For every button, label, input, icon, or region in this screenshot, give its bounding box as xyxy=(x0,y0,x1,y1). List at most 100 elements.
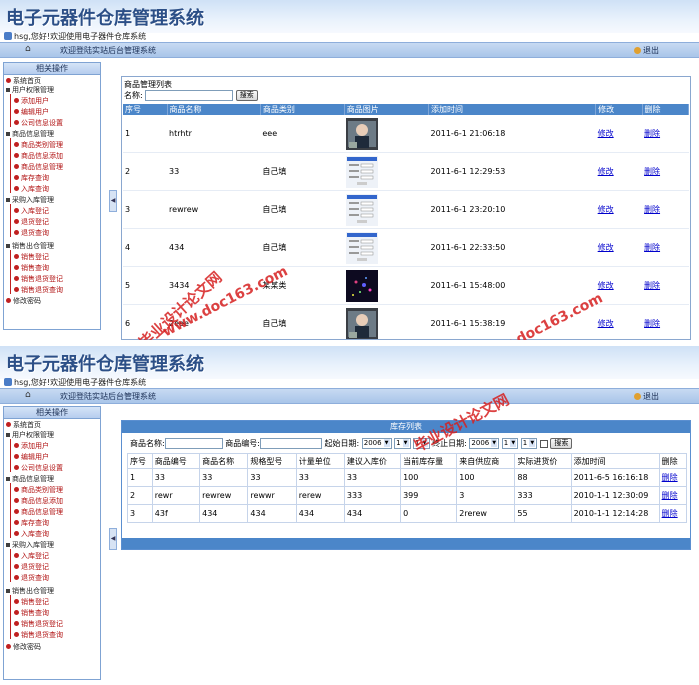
sidebar-item[interactable]: 商品类别管理 xyxy=(14,141,63,150)
delete-link[interactable]: 删除 xyxy=(644,205,660,214)
date-filter-checkbox[interactable] xyxy=(539,439,548,448)
page-icon xyxy=(14,454,19,459)
start-month-select[interactable]: 1 ▼ xyxy=(394,438,411,449)
page-icon xyxy=(14,553,19,558)
end-month-select[interactable]: 1 ▼ xyxy=(501,438,519,449)
page-icon xyxy=(14,443,19,448)
cell-del[interactable]: 删除 xyxy=(642,228,689,267)
delete-link[interactable]: 删除 xyxy=(644,129,660,138)
cell-del[interactable]: 删除 xyxy=(642,304,689,339)
sidebar-item[interactable]: 修改密码 xyxy=(6,297,41,306)
cell-text: 2011-6-1 22:33:50 xyxy=(430,243,506,252)
sidebar-item[interactable]: 商品信息添加 xyxy=(14,152,63,161)
sidebar-item[interactable]: 入库查询 xyxy=(14,185,49,194)
search-button[interactable]: 搜索 xyxy=(235,90,258,101)
sidebar-item[interactable]: 销售登记 xyxy=(14,253,49,262)
sidebar-item[interactable]: 编辑用户 xyxy=(14,453,49,462)
cell-edit[interactable]: 修改 xyxy=(595,115,643,153)
sidebar-toggle[interactable]: ◀ xyxy=(109,528,117,550)
sidebar-item[interactable]: 退货查询 xyxy=(14,229,49,238)
table-row: 3 rewrew 自己填 2011-6-1 23:20:10 修改 删除 xyxy=(123,190,689,229)
edit-link[interactable]: 修改 xyxy=(598,129,614,138)
sidebar-item[interactable]: 退货登记 xyxy=(14,563,49,572)
sidebar-item[interactable]: 退货查询 xyxy=(14,574,49,583)
code-input[interactable] xyxy=(259,438,322,449)
sidebar-item[interactable]: 用户权限管理 xyxy=(6,431,54,440)
sidebar-item[interactable]: 采购入库管理 xyxy=(6,541,54,550)
end-day-select[interactable]: 1 ▼ xyxy=(520,438,538,449)
sidebar-item[interactable]: 商品信息管理 xyxy=(6,130,54,139)
sidebar-item[interactable]: 添加用户 xyxy=(14,97,49,106)
sidebar-item[interactable]: 销售查询 xyxy=(14,609,49,618)
edit-link[interactable]: 修改 xyxy=(598,243,614,252)
edit-link[interactable]: 修改 xyxy=(598,319,614,328)
edit-link[interactable]: 修改 xyxy=(598,281,614,290)
sidebar-item-label: 添加用户 xyxy=(21,442,49,450)
home-icon[interactable]: ⌂ xyxy=(25,45,34,54)
cell-edit[interactable]: 修改 xyxy=(595,190,643,229)
delete-link[interactable]: 删除 xyxy=(662,509,678,518)
sidebar-item[interactable]: 销售退货登记 xyxy=(14,620,63,629)
delete-link[interactable]: 删除 xyxy=(644,243,660,252)
end-year-select[interactable]: 2006 ▼ xyxy=(469,438,500,449)
exit-button[interactable]: 退出 xyxy=(634,45,659,56)
sidebar-item[interactable]: 系统首页 xyxy=(6,77,41,86)
sidebar-item[interactable]: 销售退货查询 xyxy=(14,286,63,295)
sidebar-item[interactable]: 修改密码 xyxy=(6,643,41,652)
edit-link[interactable]: 修改 xyxy=(598,167,614,176)
cell-text: 399 xyxy=(403,491,419,500)
sidebar-item[interactable]: 公司信息设置 xyxy=(14,464,63,473)
sidebar-item[interactable]: 系统首页 xyxy=(6,421,41,430)
sidebar-item[interactable]: 商品类别管理 xyxy=(14,486,63,495)
cell-del[interactable]: 删除 xyxy=(642,190,689,229)
sidebar-item[interactable]: 添加用户 xyxy=(14,442,49,451)
sidebar-item[interactable]: 商品信息添加 xyxy=(14,497,63,506)
cell-del[interactable]: 删除 xyxy=(642,266,689,305)
sidebar-item-label: 修改密码 xyxy=(13,643,41,651)
delete-link[interactable]: 删除 xyxy=(662,491,678,500)
delete-link[interactable]: 删除 xyxy=(662,473,678,482)
product-thumbnail xyxy=(346,155,379,188)
sidebar-item[interactable]: 商品信息管理 xyxy=(6,475,54,484)
sidebar-item[interactable]: 采购入库管理 xyxy=(6,196,54,205)
table-cell[interactable]: 删除 xyxy=(658,504,688,523)
table-cell: 434 xyxy=(295,504,345,523)
sidebar-item[interactable]: 商品信息管理 xyxy=(14,508,63,517)
name-input[interactable] xyxy=(164,438,223,449)
search-button[interactable]: 搜索 xyxy=(550,438,573,449)
user-icon xyxy=(4,378,12,386)
cell-edit[interactable]: 修改 xyxy=(595,152,643,191)
exit-button[interactable]: 退出 xyxy=(634,391,659,402)
sidebar-item[interactable]: 退货登记 xyxy=(14,218,49,227)
sidebar-item[interactable]: 销售查询 xyxy=(14,264,49,273)
cell-edit[interactable]: 修改 xyxy=(595,228,643,267)
sidebar-item[interactable]: 库存查询 xyxy=(14,174,49,183)
column-header: 序号 xyxy=(127,453,153,469)
delete-link[interactable]: 删除 xyxy=(644,319,660,328)
sidebar-item[interactable]: 用户权限管理 xyxy=(6,86,54,95)
delete-link[interactable]: 删除 xyxy=(644,281,660,290)
cell-edit[interactable]: 修改 xyxy=(595,304,643,339)
cell-del[interactable]: 删除 xyxy=(642,115,689,153)
sidebar-item[interactable]: 入库查询 xyxy=(14,530,49,539)
sidebar-item[interactable]: 入库登记 xyxy=(14,552,49,561)
sidebar-item[interactable]: 销售退货登记 xyxy=(14,275,63,284)
sidebar-item[interactable]: 公司信息设置 xyxy=(14,119,63,128)
start-year-select[interactable]: 2006 ▼ xyxy=(361,438,392,449)
delete-link[interactable]: 删除 xyxy=(644,167,660,176)
sidebar-item[interactable]: 入库登记 xyxy=(14,207,49,216)
sidebar-item[interactable]: 销售出仓管理 xyxy=(6,587,54,596)
sidebar-item[interactable]: 销售退货查询 xyxy=(14,631,63,640)
sidebar-item[interactable]: 销售登记 xyxy=(14,598,49,607)
sidebar-item[interactable]: 编辑用户 xyxy=(14,108,49,117)
table-cell[interactable]: 删除 xyxy=(658,486,688,505)
sidebar-item[interactable]: 库存查询 xyxy=(14,519,49,528)
sidebar-item[interactable]: 销售出仓管理 xyxy=(6,242,54,251)
search-input[interactable] xyxy=(145,90,234,101)
sidebar-item[interactable]: 商品信息管理 xyxy=(14,163,63,172)
home-icon[interactable]: ⌂ xyxy=(25,391,34,400)
edit-link[interactable]: 修改 xyxy=(598,205,614,214)
sidebar-toggle[interactable]: ◀ xyxy=(109,190,117,212)
table-cell[interactable]: 删除 xyxy=(658,468,688,487)
cell-del[interactable]: 删除 xyxy=(642,152,689,191)
